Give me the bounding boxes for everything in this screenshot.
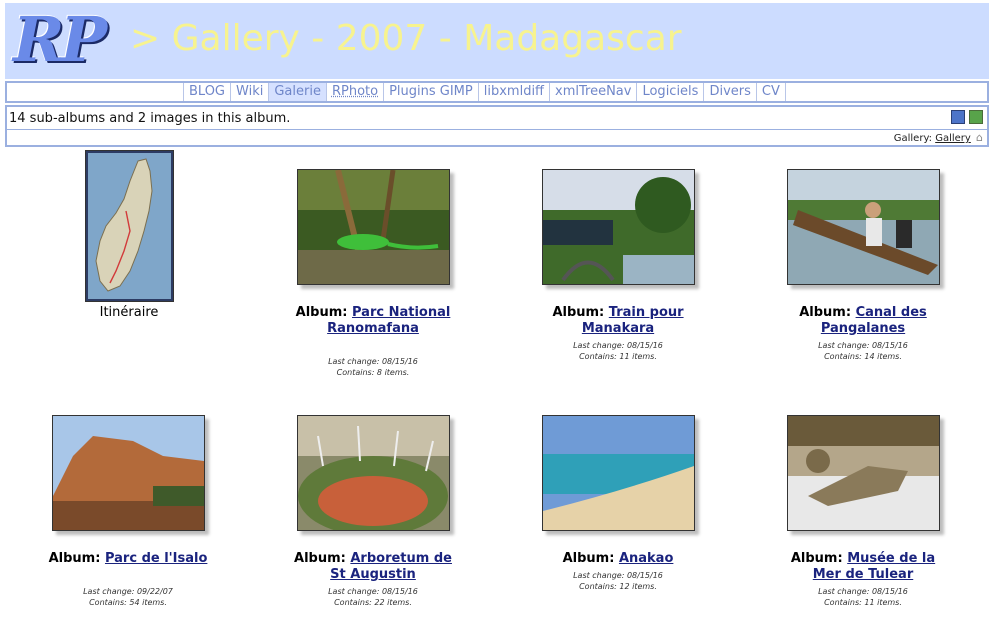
main-nav: BLOG Wiki Galerie RPhoto Plugins GIMP li… <box>5 81 989 103</box>
album-thumbnail-isalo[interactable] <box>52 415 205 531</box>
album-title: Album: Musée de la Mer de Tulear <box>783 551 943 583</box>
album-thumbnail-anakao[interactable] <box>542 415 695 531</box>
album-meta: Last change: 08/15/16 Contains: 12 items… <box>518 570 718 592</box>
nav-item-wiki[interactable]: Wiki <box>230 83 268 101</box>
breadcrumb-link-gallery[interactable]: Gallery <box>935 133 971 144</box>
album-item-count: Contains: 14 items. <box>824 352 902 361</box>
nav-item-rphoto[interactable]: RPhoto <box>325 83 383 101</box>
nav-item-libxmldiff[interactable]: libxmldiff <box>477 83 549 101</box>
album-last-change: Last change: 08/15/16 <box>328 587 418 596</box>
album-title: Album: Anakao <box>538 551 698 567</box>
nav-item-divers[interactable]: Divers <box>703 83 755 101</box>
album-meta: Last change: 08/15/16 Contains: 8 items. <box>273 356 473 378</box>
album-thumbnail-canal-pangalanes[interactable] <box>787 169 940 285</box>
album-title: Album: Canal des Pangalanes <box>783 305 943 337</box>
album-item-count: Contains: 54 items. <box>89 598 167 607</box>
image-caption: Itinéraire <box>99 305 159 320</box>
album-prefix: Album: <box>552 305 605 320</box>
album-meta: Last change: 08/15/16 Contains: 14 items… <box>763 340 963 362</box>
nav-item-plugins-gimp[interactable]: Plugins GIMP <box>383 83 478 101</box>
album-thumbnail-ranomafana[interactable] <box>297 169 450 285</box>
album-title: Album: Train pour Manakara <box>538 305 698 337</box>
nav-item-xmltreenav[interactable]: xmlTreeNav <box>549 83 636 101</box>
album-link-isalo[interactable]: Parc de l'Isalo <box>105 551 207 566</box>
nav-item-logiciels[interactable]: Logiciels <box>636 83 703 101</box>
album-item-count: Contains: 8 items. <box>336 368 410 377</box>
album-item-count: Contains: 22 items. <box>334 598 412 607</box>
album-item-count: Contains: 12 items. <box>579 582 657 591</box>
page-title: > Gallery - 2007 - Madagascar <box>130 18 682 59</box>
album-title: Album: Parc de l'Isalo <box>48 551 208 567</box>
nav-item-blog[interactable]: BLOG <box>183 83 230 101</box>
album-last-change: Last change: 09/22/07 <box>83 587 173 596</box>
slideshow-icon[interactable] <box>969 110 983 124</box>
album-prefix: Album: <box>562 551 615 566</box>
album-prefix: Album: <box>799 305 852 320</box>
site-logo[interactable]: RP <box>13 7 107 73</box>
album-last-change: Last change: 08/15/16 <box>573 571 663 580</box>
album-prefix: Album: <box>790 551 843 566</box>
album-item-count: Contains: 11 items. <box>579 352 657 361</box>
album-link-arboretum[interactable]: Arboretum de St Augustin <box>330 551 452 582</box>
album-prefix: Album: <box>294 551 346 566</box>
album-prefix: Album: <box>48 551 101 566</box>
album-meta: Last change: 08/15/16 Contains: 11 items… <box>518 340 718 362</box>
album-thumbnail-train-manakara[interactable] <box>542 169 695 285</box>
album-link-anakao[interactable]: Anakao <box>619 551 673 566</box>
album-prefix: Album: <box>295 305 348 320</box>
breadcrumb: Gallery: Gallery ⌂ <box>894 131 983 144</box>
album-info-bar: 14 sub-albums and 2 images in this album… <box>5 105 989 147</box>
nav-item-cv[interactable]: CV <box>755 83 786 101</box>
album-title: Album: Parc National Ranomafana <box>293 305 453 337</box>
nav-item-galerie[interactable]: Galerie <box>268 83 326 101</box>
album-last-change: Last change: 08/15/16 <box>328 357 418 366</box>
monitor-icon[interactable] <box>951 110 965 124</box>
home-icon[interactable]: ⌂ <box>976 131 983 144</box>
album-thumbnail-musee-tulear[interactable] <box>787 415 940 531</box>
breadcrumb-prefix: Gallery: <box>893 133 933 144</box>
album-last-change: Last change: 08/15/16 <box>818 341 908 350</box>
album-thumbnail-arboretum[interactable] <box>297 415 450 531</box>
album-title: Album: Arboretum de St Augustin <box>293 551 453 583</box>
album-meta: Last change: 09/22/07 Contains: 54 items… <box>28 586 228 608</box>
album-last-change: Last change: 08/15/16 <box>573 341 663 350</box>
album-item-count: Contains: 11 items. <box>824 598 902 607</box>
album-last-change: Last change: 08/15/16 <box>818 587 908 596</box>
page-header: RP > Gallery - 2007 - Madagascar <box>5 3 989 79</box>
album-summary: 14 sub-albums and 2 images in this album… <box>9 111 291 126</box>
itinerary-map-thumbnail[interactable] <box>85 150 174 302</box>
album-meta: Last change: 08/15/16 Contains: 11 items… <box>763 586 963 608</box>
album-meta: Last change: 08/15/16 Contains: 22 items… <box>273 586 473 608</box>
